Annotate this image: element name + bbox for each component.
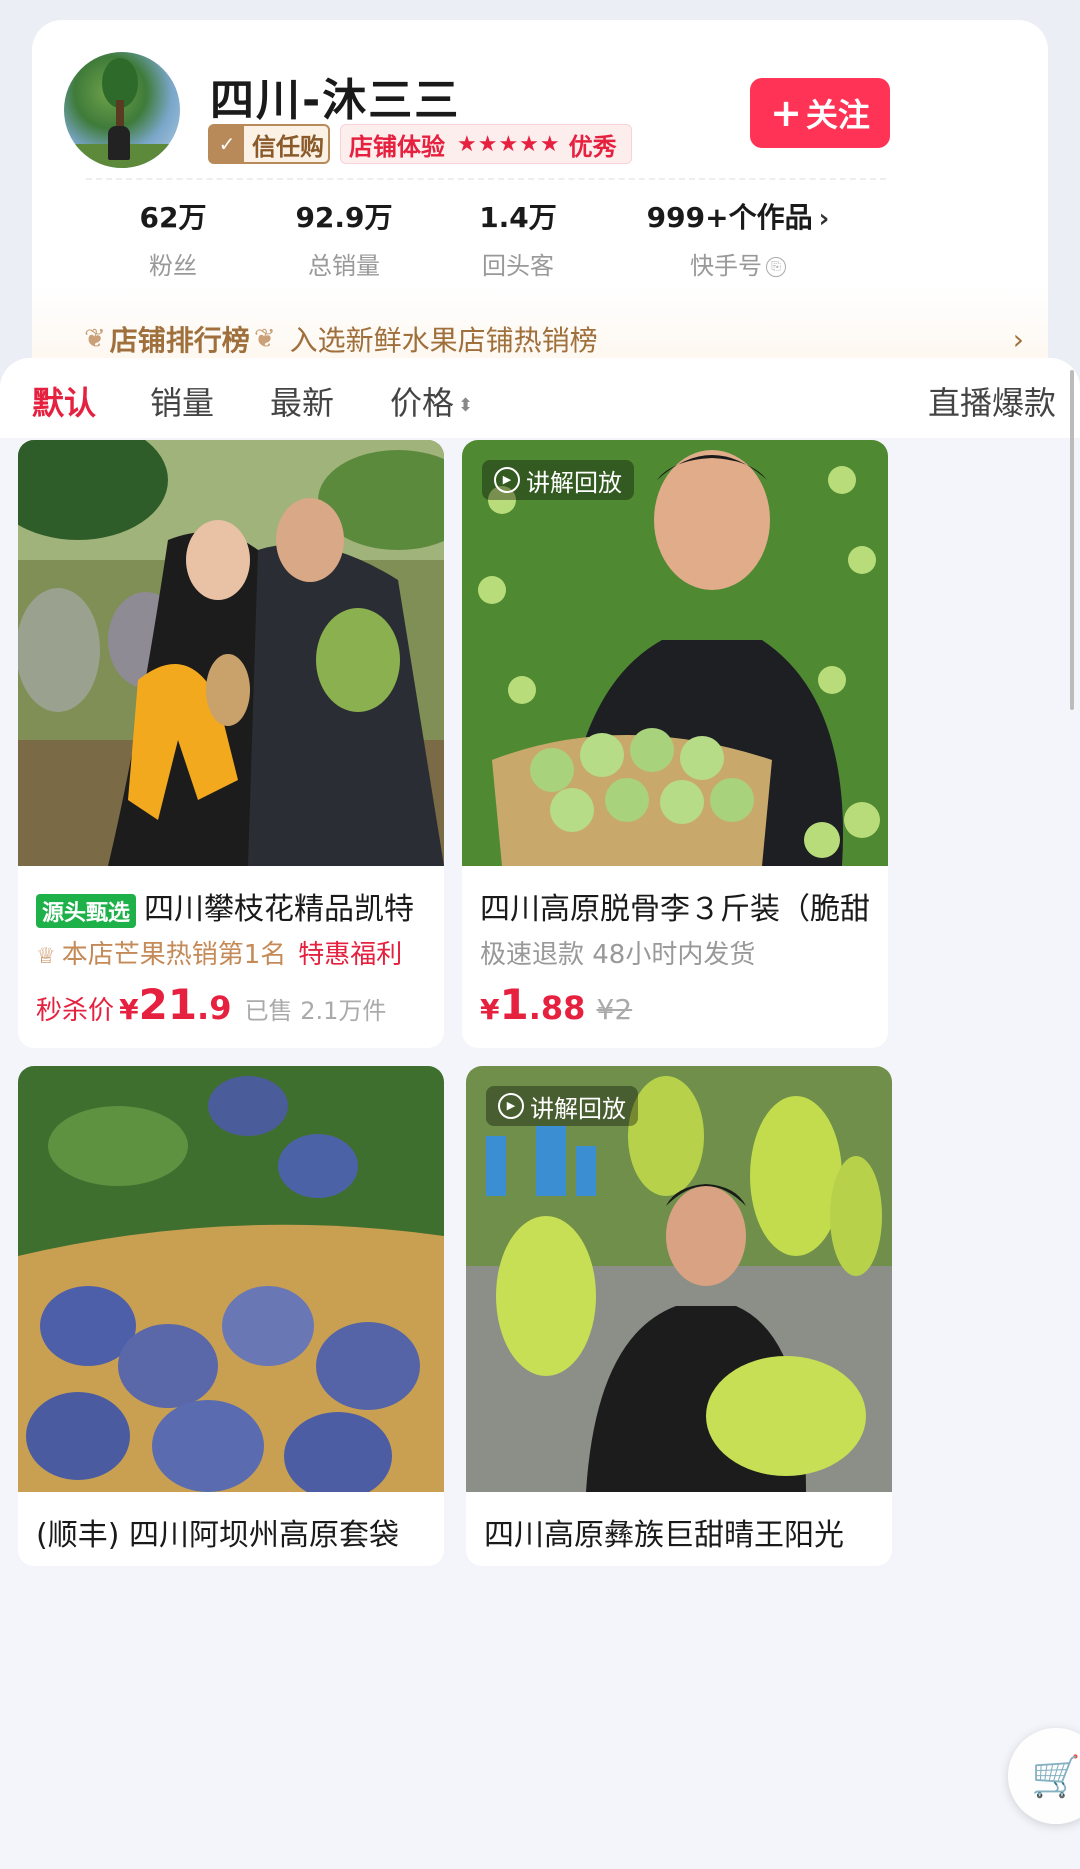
- price-integer: 1: [499, 980, 529, 1029]
- stat-value: 92.9万: [295, 201, 393, 234]
- medal-icon: ♕: [36, 944, 56, 969]
- stat-value: 999+个作品: [646, 201, 813, 234]
- product-card[interactable]: ▶ 讲解回放 四川高原脱骨李３斤装（脆甜 极速退款 48小时内发货 ¥1.88 ¥…: [462, 440, 888, 1048]
- replay-badge[interactable]: ▶ 讲解回放: [486, 1086, 638, 1126]
- experience-label: 店铺体验: [349, 132, 445, 161]
- stat-repeat-customers[interactable]: 1.4万 回头客: [458, 196, 578, 281]
- chevron-right-icon: ›: [1012, 322, 1024, 356]
- shop-avatar[interactable]: [64, 52, 180, 168]
- stat-label: 回头客: [482, 252, 554, 280]
- cart-icon: 🛒: [1031, 1753, 1080, 1800]
- stat-label: 总销量: [308, 252, 380, 280]
- laurel-left-icon: ❦: [84, 324, 106, 354]
- copy-icon[interactable]: ⎘: [766, 257, 786, 277]
- tab-newest[interactable]: 最新: [270, 378, 334, 424]
- product-card[interactable]: 源头甄选 四川攀枝花精品凯特 ♕ 本店芒果热销第1名 特惠福利 秒杀价 ¥21.9 已…: [18, 440, 444, 1048]
- scrollbar[interactable]: [1070, 370, 1074, 710]
- follow-label: 关注: [805, 96, 870, 134]
- product-image: ▶ 讲解回放: [462, 440, 888, 866]
- ranking-desc: 入选新鲜水果店铺热销榜: [289, 324, 598, 357]
- stat-value: 1.4万: [479, 201, 557, 234]
- experience-stars: ★★★★★: [457, 131, 561, 157]
- source-select-tag: 源头甄选: [36, 893, 137, 928]
- shop-stats: 62万 粉丝 92.9万 总销量 1.4万 回头客 999+个作品 › 快手号 ⎘: [32, 196, 1048, 280]
- play-icon: ▶: [494, 467, 520, 493]
- product-card[interactable]: (顺丰) 四川阿坝州高原套袋: [18, 1066, 444, 1566]
- trust-badge-label: 信任购: [252, 132, 324, 161]
- product-image: ▶ 讲解回放: [466, 1066, 892, 1492]
- currency-symbol: ¥: [119, 993, 139, 1026]
- sort-arrows-icon: ⬍: [458, 394, 474, 416]
- shop-name: 四川-沐三三: [210, 75, 461, 126]
- tab-live-hot[interactable]: 直播爆款: [928, 378, 1056, 424]
- stat-total-sales[interactable]: 92.9万 总销量: [280, 196, 408, 281]
- product-title: 源头甄选 四川攀枝花精品凯特: [36, 884, 436, 928]
- tab-sales[interactable]: 销量: [150, 378, 214, 424]
- stat-fans[interactable]: 62万 粉丝: [118, 196, 228, 281]
- original-price: ¥2: [596, 993, 633, 1026]
- trust-badge[interactable]: ✓ 信任购: [208, 124, 330, 164]
- replay-label: 讲解回放: [526, 468, 622, 497]
- ranking-title: 店铺排行榜: [109, 324, 250, 357]
- product-image: [18, 440, 444, 866]
- sold-count: 已售 2.1万件: [244, 997, 387, 1025]
- product-subtitle: ♕ 本店芒果热销第1名 特惠福利: [36, 934, 402, 971]
- follow-button[interactable]: + 关注: [750, 78, 890, 148]
- tab-default[interactable]: 默认: [32, 378, 96, 424]
- price-decimal: .9: [197, 989, 232, 1027]
- currency-symbol: ¥: [480, 993, 500, 1026]
- cart-button[interactable]: 🛒: [1008, 1728, 1080, 1824]
- tab-price[interactable]: 价格 ⬍: [390, 378, 473, 424]
- price-label: 秒杀价: [36, 996, 115, 1026]
- replay-badge[interactable]: ▶ 讲解回放: [482, 460, 634, 500]
- product-rank: 本店芒果热销第1名: [61, 940, 287, 970]
- play-icon: ▶: [498, 1093, 524, 1119]
- plus-icon: +: [770, 91, 802, 135]
- laurel-right-icon: ❦: [253, 324, 276, 354]
- price-decimal: .88: [528, 989, 586, 1027]
- product-title: 四川高原脱骨李３斤装（脆甜: [480, 892, 870, 927]
- stat-label: 快手号: [690, 252, 762, 280]
- stat-value: 62万: [139, 201, 207, 234]
- shield-check-icon: ✓: [210, 126, 244, 162]
- product-price: 秒杀价 ¥21.9 已售 2.1万件: [36, 980, 386, 1029]
- product-panel: 默认 销量 最新 价格 ⬍ 直播爆款 源头甄选 四川攀枝花精品凯特 ♕ 本店芒果…: [0, 358, 1080, 1869]
- shop-experience-badge[interactable]: 店铺体验 ★★★★★ 优秀: [340, 124, 632, 164]
- tab-price-label: 价格: [390, 384, 455, 422]
- experience-grade: 优秀: [568, 132, 617, 161]
- chevron-right-icon: ›: [818, 204, 830, 234]
- promo-label: 特惠福利: [298, 940, 403, 970]
- product-card[interactable]: ▶ 讲解回放 四川高原彝族巨甜晴王阳光: [466, 1066, 892, 1566]
- price-integer: 21: [138, 980, 198, 1029]
- product-price: ¥1.88 ¥2: [480, 980, 632, 1029]
- product-subtitle: 极速退款 48小时内发货: [480, 940, 756, 970]
- sort-tabs: 默认 销量 最新 价格 ⬍ 直播爆款: [0, 358, 1080, 438]
- product-title: (顺丰) 四川阿坝州高原套袋: [36, 1518, 399, 1553]
- stat-label: 粉丝: [149, 252, 197, 280]
- shop-header-card: 四川-沐三三 ✓ 信任购 店铺体验 ★★★★★ 优秀 + 关注 62万 粉丝 9…: [32, 20, 1048, 392]
- stat-works[interactable]: 999+个作品 › 快手号 ⎘: [638, 196, 838, 281]
- divider: [86, 178, 886, 180]
- product-title-text: 四川攀枝花精品凯特: [144, 892, 415, 927]
- replay-label: 讲解回放: [530, 1094, 626, 1123]
- product-image: [18, 1066, 444, 1492]
- product-title: 四川高原彝族巨甜晴王阳光: [484, 1518, 844, 1553]
